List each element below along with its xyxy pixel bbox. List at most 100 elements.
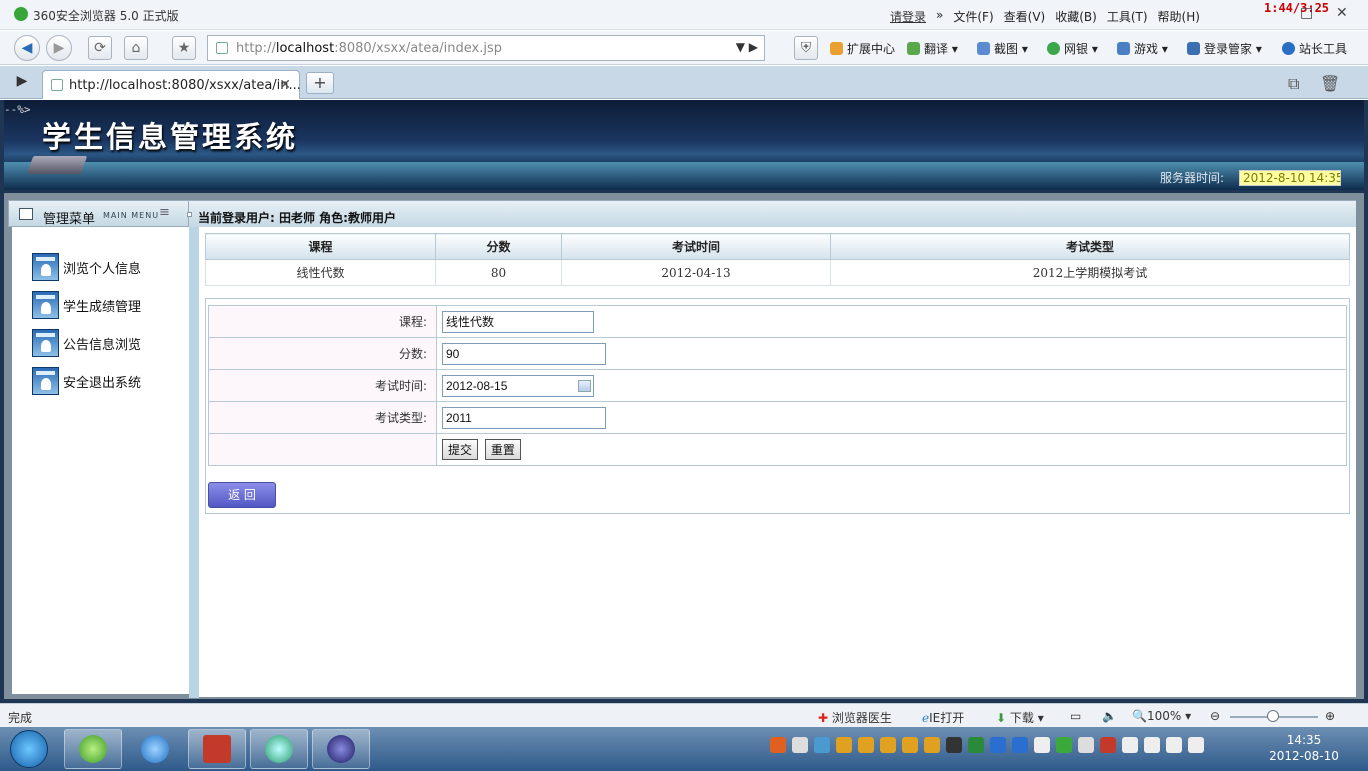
shield-icon[interactable]: [1012, 737, 1028, 753]
empty-label: [208, 433, 437, 466]
refresh-icon[interactable]: ⟳: [88, 36, 112, 60]
menu-file[interactable]: 文件(F): [953, 8, 993, 25]
menu-tools[interactable]: 工具(T): [1107, 8, 1148, 25]
bullet-icon: [187, 212, 192, 217]
network-icon[interactable]: [1166, 737, 1182, 753]
sidebar-toggle-icon[interactable]: ▶: [8, 73, 36, 93]
taskbar-eclipse[interactable]: [312, 729, 370, 769]
address-url[interactable]: http://localhost:8080/xsxx/atea/index.js…: [236, 41, 502, 56]
submit-button[interactable]: 提交: [442, 439, 479, 460]
toolbar-banking[interactable]: 网银 ▾: [1047, 40, 1098, 57]
sidebar-item-logout[interactable]: 安全退出系统: [32, 367, 141, 395]
zoom-out-icon[interactable]: ⊖: [1210, 709, 1220, 723]
tray-app-icon[interactable]: [1100, 737, 1116, 753]
table-row: 线性代数 80 2012-04-13 2012上学期模拟考试: [205, 259, 1350, 286]
taskbar-360-browser[interactable]: [64, 729, 122, 769]
qq-icon[interactable]: [924, 737, 940, 753]
form-row-buttons: 提交 重置: [208, 433, 1347, 466]
volume-icon[interactable]: [1188, 737, 1204, 753]
speaker-icon[interactable]: 🔈: [1102, 709, 1117, 723]
reset-button[interactable]: 重置: [484, 439, 521, 460]
form-row-course: 课程:: [208, 305, 1347, 338]
score-input[interactable]: [442, 342, 606, 365]
start-button[interactable]: [10, 730, 48, 768]
taskbar-clock[interactable]: 14:35 2012-08-10: [1266, 732, 1342, 764]
translate-icon: [907, 42, 920, 55]
sidebar-item-label: 公告信息浏览: [63, 337, 142, 353]
sync-icon[interactable]: [1056, 737, 1072, 753]
browser-doctor-button[interactable]: ✚ 浏览器医生: [818, 709, 892, 726]
menu-help[interactable]: 帮助(H): [1158, 8, 1200, 25]
user-window-icon: [32, 291, 59, 319]
browser-menubar: 请登录 » 文件(F) 查看(V) 收藏(B) 工具(T) 帮助(H): [890, 8, 1200, 25]
toolbox-icon: [203, 735, 231, 763]
notes-icon[interactable]: [1034, 737, 1050, 753]
flag-icon[interactable]: [1122, 737, 1138, 753]
exam-type-input[interactable]: [442, 406, 606, 429]
restore-tabs-icon[interactable]: ⧉: [1288, 74, 1299, 94]
form-row-type: 考试类型:: [208, 401, 1347, 434]
qq-icon[interactable]: [880, 737, 896, 753]
user-window-icon: [32, 329, 59, 357]
forward-icon[interactable]: ▶: [46, 35, 72, 61]
zoom-in-icon[interactable]: ⊕: [1325, 709, 1335, 723]
tray-app-icon[interactable]: [1078, 737, 1094, 753]
tab-close-icon[interactable]: ✕: [279, 77, 291, 93]
menu-favorites[interactable]: 收藏(B): [1055, 8, 1097, 25]
web-page: --%> 学生信息管理系统 服务器时间: 2012-8-10 14:35:5 管…: [0, 100, 1368, 703]
column-header: 考试时间: [561, 233, 831, 260]
back-icon[interactable]: ◀: [14, 35, 40, 61]
toolbar-translate[interactable]: 翻译 ▾: [907, 40, 958, 57]
sidebar-item-grades[interactable]: 学生成绩管理: [32, 291, 141, 319]
messenger-icon: [265, 735, 293, 763]
ie-open-button[interactable]: ℯIE打开: [922, 709, 964, 726]
taskbar-toolbox[interactable]: [188, 729, 246, 769]
table-cell: 2012-04-13: [561, 259, 831, 286]
date-cell: [436, 369, 1347, 402]
tray-app-icon[interactable]: [814, 737, 830, 753]
maximize-icon[interactable]: □: [1300, 5, 1313, 21]
address-bar[interactable]: http://localhost:8080/xsxx/atea/index.js…: [207, 35, 765, 61]
sidebar-item-label: 浏览个人信息: [63, 261, 142, 277]
qq-icon[interactable]: [902, 737, 918, 753]
new-tab-button[interactable]: +: [306, 72, 334, 94]
browser-navbar: ◀ ▶ ⟳ ⌂ ★ http://localhost:8080/xsxx/ate…: [0, 31, 1368, 65]
window-icon[interactable]: ▭: [1070, 709, 1081, 723]
shield-icon[interactable]: ⛨: [794, 36, 818, 60]
star-icon[interactable]: ★: [172, 36, 196, 60]
shield-icon[interactable]: [990, 737, 1006, 753]
toolbar-webmaster[interactable]: 站长工具: [1282, 40, 1347, 57]
toolbar-login-manager[interactable]: 登录管家 ▾: [1187, 40, 1262, 57]
qq-icon[interactable]: [858, 737, 874, 753]
close-icon[interactable]: ✕: [1336, 5, 1348, 21]
toolbar-screenshot[interactable]: 截图 ▾: [977, 40, 1028, 57]
back-button[interactable]: 返 回: [208, 482, 276, 508]
user-window-icon: [32, 367, 59, 395]
download-button[interactable]: ⬇ 下载 ▾: [996, 709, 1044, 726]
trash-icon[interactable]: 🗑: [1320, 74, 1340, 93]
taskbar-messenger[interactable]: [250, 729, 308, 769]
login-link[interactable]: 请登录: [890, 8, 926, 25]
sidebar-item-announcements[interactable]: 公告信息浏览: [32, 329, 141, 357]
tray-app-icon[interactable]: [792, 737, 808, 753]
qq-icon[interactable]: [836, 737, 852, 753]
menu-view[interactable]: 查看(V): [1004, 8, 1046, 25]
zoom-slider-knob[interactable]: [1267, 710, 1279, 722]
sidebar-item-profile[interactable]: 浏览个人信息: [32, 253, 141, 281]
tab-active[interactable]: http://localhost:8080/xsxx/atea/in... ✕: [42, 70, 301, 99]
course-input[interactable]: [442, 310, 594, 333]
toolbar-games[interactable]: 游戏 ▾: [1117, 40, 1168, 57]
site-banner: --%> 学生信息管理系统 服务器时间: 2012-8-10 14:35:5: [4, 100, 1364, 190]
calendar-icon[interactable]: [578, 379, 591, 392]
home-icon[interactable]: ⌂: [124, 36, 148, 60]
toolbar-extensions[interactable]: 扩展中心: [830, 40, 895, 57]
taskbar-ie[interactable]: [126, 729, 184, 769]
date-input[interactable]: [442, 374, 594, 397]
chevron-down-icon[interactable]: ▼ ▶: [736, 40, 758, 54]
tray-app-icon[interactable]: [1144, 737, 1160, 753]
tray-app-icon[interactable]: [968, 737, 984, 753]
input-method-icon[interactable]: [770, 737, 786, 753]
tray-app-icon[interactable]: [946, 737, 962, 753]
zoom-control[interactable]: 🔍100% ▾: [1132, 709, 1191, 723]
user-window-icon: [32, 253, 59, 281]
